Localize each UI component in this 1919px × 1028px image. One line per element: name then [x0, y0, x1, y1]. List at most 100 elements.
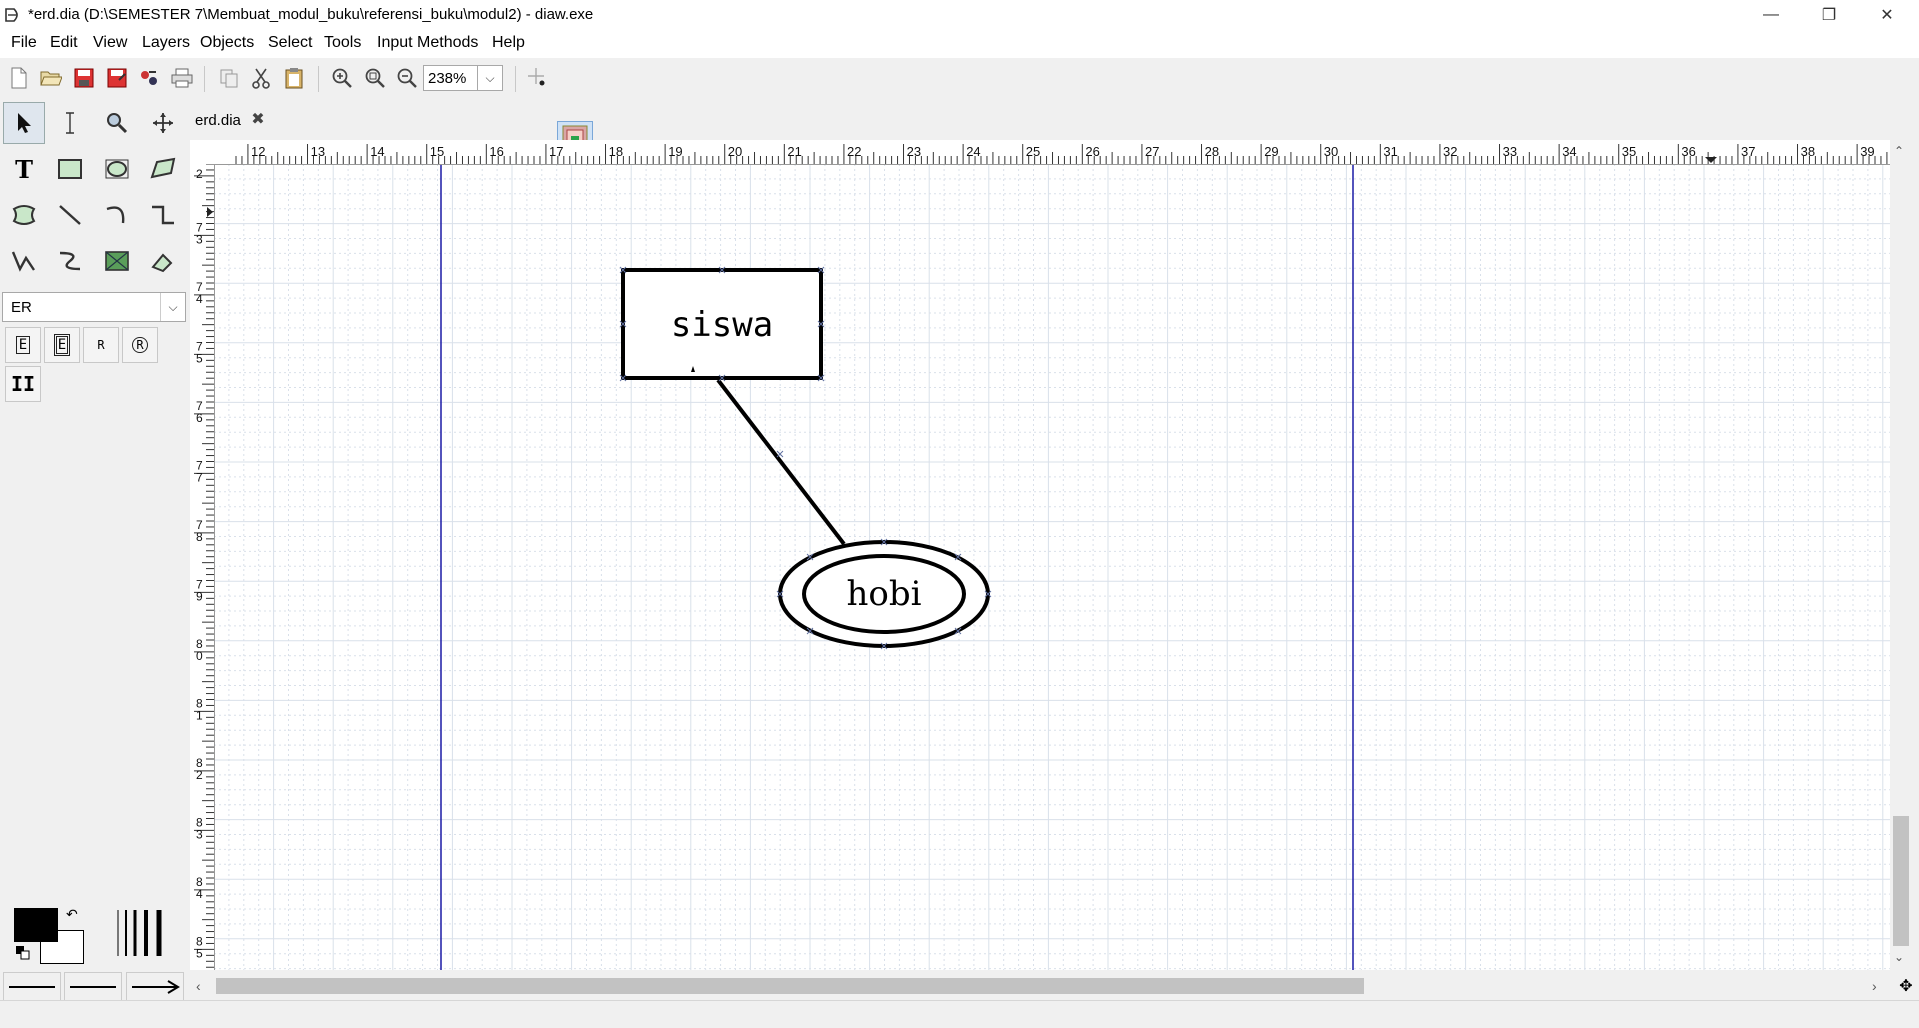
tool-text-edit[interactable] — [49, 102, 91, 144]
zoom-level-text[interactable]: 238% — [428, 70, 466, 87]
foreground-color-front[interactable] — [14, 908, 58, 942]
menu-edit[interactable]: Edit — [50, 34, 78, 52]
er-attribute-tool[interactable]: R — [122, 327, 158, 363]
minimize-button[interactable]: — — [1742, 0, 1800, 30]
ruler-label: 18 — [609, 144, 623, 159]
tool-beziergon[interactable] — [3, 194, 45, 236]
tool-text[interactable]: T — [3, 148, 45, 190]
zoom-combobox[interactable]: 238% ⌵ — [423, 65, 503, 91]
bezierline-icon — [59, 251, 81, 271]
scroll-right-icon[interactable]: › — [1872, 978, 1877, 994]
weak-entity-icon: E — [53, 334, 71, 356]
polygon-icon — [150, 157, 176, 179]
tool-polygon[interactable] — [142, 148, 184, 190]
ruler-label: 5 — [196, 947, 203, 961]
tool-outline[interactable] — [142, 240, 184, 282]
arc-icon — [106, 206, 125, 224]
sheet-selector[interactable]: ER ⌵ — [2, 292, 186, 322]
attribute-icon: R — [132, 337, 148, 353]
export-icon[interactable] — [137, 66, 161, 90]
text-cursor-icon — [66, 112, 74, 134]
cut-icon[interactable] — [249, 66, 273, 90]
tool-box[interactable] — [49, 148, 91, 190]
save-icon[interactable] — [72, 66, 96, 90]
print-icon[interactable] — [170, 66, 194, 90]
window-title: *erd.dia (D:\SEMESTER 7\Membuat_modul_bu… — [28, 6, 594, 23]
copy-icon[interactable] — [217, 66, 241, 90]
new-file-icon[interactable] — [7, 66, 31, 90]
ruler-label: 30 — [1324, 144, 1338, 159]
vertical-scrollbar[interactable]: ⌃ ⌄ — [1890, 140, 1912, 970]
tool-scroll[interactable] — [142, 102, 184, 144]
menu-file[interactable]: File — [11, 34, 37, 52]
participation-icon: II — [10, 372, 36, 396]
zoom-in-icon[interactable] — [330, 66, 354, 90]
maximize-button[interactable]: ❐ — [1800, 0, 1858, 30]
er-entity-tool[interactable]: E — [5, 327, 41, 363]
tool-zigzagline[interactable] — [142, 194, 184, 236]
tool-magnify[interactable] — [96, 102, 138, 144]
zoom-out-icon[interactable] — [395, 66, 419, 90]
er-participation-tool[interactable]: II — [5, 366, 41, 402]
open-icon[interactable] — [39, 66, 63, 90]
image-icon — [105, 251, 129, 271]
horizontal-scroll-thumb[interactable] — [216, 978, 1364, 994]
tool-bezierline[interactable] — [49, 240, 91, 282]
canvas-drawing[interactable]: siswa hobi — [190, 140, 1890, 970]
tab-label[interactable]: erd.dia — [195, 112, 241, 129]
ruler-label: 33 — [1503, 144, 1517, 159]
save-as-icon[interactable] — [105, 66, 129, 90]
tool-line[interactable] — [49, 194, 91, 236]
close-button[interactable]: ✕ — [1858, 0, 1916, 30]
sheet-selector-value[interactable]: ER — [11, 299, 32, 316]
tab-erd-dia[interactable]: erd.dia ✖ — [192, 106, 282, 136]
ruler-label: 4 — [196, 292, 203, 306]
end-arrow-selector[interactable] — [126, 972, 184, 1002]
ruler-label: 35 — [1622, 144, 1636, 159]
snap-to-grid-icon[interactable] — [526, 66, 550, 90]
line-style-selector[interactable] — [64, 972, 122, 1002]
tool-arc[interactable] — [96, 194, 138, 236]
tool-image[interactable] — [96, 240, 138, 282]
ruler-pointer-icon — [207, 207, 213, 217]
diagram-canvas[interactable]: siswa hobi — [190, 140, 1890, 970]
ruler-label: 5 — [196, 352, 203, 366]
zoom-fit-icon[interactable] — [363, 66, 387, 90]
swap-colors-icon[interactable]: ↶ — [66, 906, 78, 923]
menu-input-methods[interactable]: Input Methods — [377, 34, 478, 52]
menu-layers[interactable]: Layers — [142, 34, 190, 52]
tool-ellipse[interactable] — [96, 148, 138, 190]
menu-view[interactable]: View — [93, 34, 127, 52]
toolbox-panel: T — [0, 98, 190, 998]
menu-tools[interactable]: Tools — [324, 34, 361, 52]
menu-objects[interactable]: Objects — [200, 34, 254, 52]
tab-close-icon[interactable]: ✖ — [248, 109, 268, 129]
ruler-label: 2 — [196, 167, 203, 181]
chevron-down-icon[interactable]: ⌵ — [477, 66, 502, 90]
ruler-label: 22 — [847, 144, 861, 159]
start-arrow-selector[interactable] — [3, 972, 61, 1002]
er-relationship-tool[interactable]: R — [83, 327, 119, 363]
scroll-up-icon[interactable]: ⌃ — [1894, 144, 1904, 158]
vertical-scroll-thumb[interactable] — [1893, 816, 1909, 946]
navigate-icon[interactable]: ✥ — [1896, 976, 1916, 996]
title-bar: *erd.dia (D:\SEMESTER 7\Membuat_modul_bu… — [0, 0, 1919, 30]
line-width-selector[interactable] — [114, 908, 170, 958]
horizontal-scrollbar[interactable]: ‹ › — [192, 972, 1890, 1000]
chevron-down-icon[interactable]: ⌵ — [160, 293, 185, 321]
zigzag-icon — [152, 205, 174, 225]
menu-select[interactable]: Select — [268, 34, 312, 52]
ruler-label: 16 — [489, 144, 503, 159]
menu-help[interactable]: Help — [492, 34, 525, 52]
tool-pointer[interactable] — [3, 102, 45, 144]
scroll-down-icon[interactable]: ⌄ — [1894, 950, 1904, 964]
scroll-left-icon[interactable]: ‹ — [196, 978, 201, 994]
ruler-label: 4 — [196, 887, 203, 901]
er-weak-entity-tool[interactable]: E — [44, 327, 80, 363]
ruler-label: 27 — [1145, 144, 1159, 159]
paste-icon[interactable] — [282, 66, 306, 90]
default-colors-icon[interactable] — [16, 946, 30, 960]
tool-polyline[interactable] — [3, 240, 45, 282]
ruler-label: 15 — [430, 144, 444, 159]
outline-icon — [151, 253, 173, 273]
